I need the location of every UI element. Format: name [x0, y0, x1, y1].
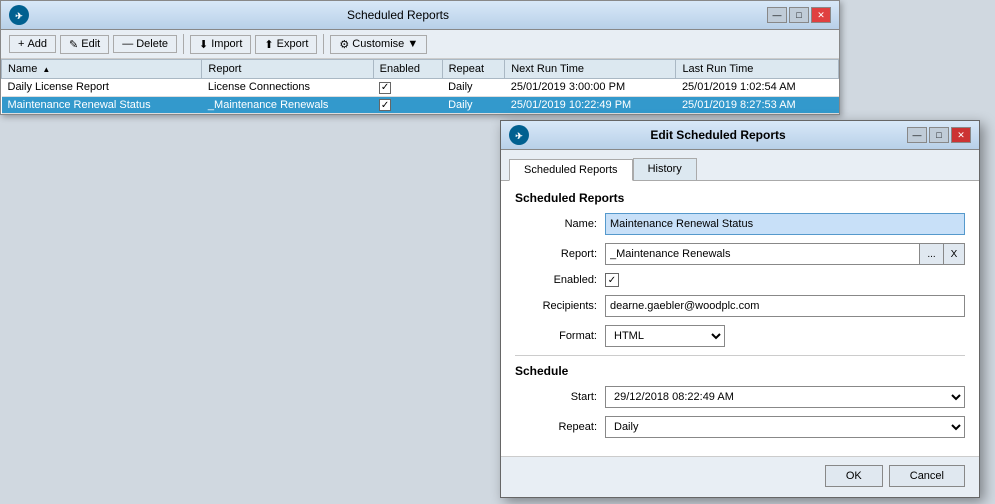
import-button[interactable]: ⬇ Import: [190, 35, 251, 54]
table-header-row: Name ▲ Report Enabled Repeat Next Run Ti…: [2, 60, 839, 79]
toolbar-separator-1: [183, 34, 184, 54]
enabled-checkbox[interactable]: [605, 273, 619, 287]
repeat-row: Repeat: Daily Weekly Monthly: [515, 416, 965, 438]
main-maximize-button[interactable]: □: [789, 7, 809, 23]
start-select[interactable]: 29/12/2018 08:22:49 AM: [605, 386, 965, 408]
edit-title: Edit Scheduled Reports: [529, 128, 907, 142]
delete-label: Delete: [136, 38, 168, 50]
toolbar-separator-2: [323, 34, 324, 54]
main-window: ✈ Scheduled Reports — □ ✕ + Add ✎ Edit —…: [0, 0, 840, 115]
col-name[interactable]: Name ▲: [2, 60, 202, 79]
row-report: License Connections: [202, 79, 373, 97]
main-logo: ✈: [9, 5, 29, 25]
report-input-wrap: ... X: [605, 243, 965, 265]
reports-table-container: Name ▲ Report Enabled Repeat Next Run Ti…: [1, 59, 839, 114]
report-clear-button[interactable]: X: [943, 243, 965, 265]
main-close-button[interactable]: ✕: [811, 7, 831, 23]
edit-minimize-button[interactable]: —: [907, 127, 927, 143]
edit-dialog-footer: OK Cancel: [501, 456, 979, 497]
report-label: Report:: [515, 248, 605, 260]
edit-close-button[interactable]: ✕: [951, 127, 971, 143]
edit-dialog-content: Scheduled Reports Name: Report: ... X En…: [501, 181, 979, 456]
customise-button[interactable]: ⚙ Customise ▼: [330, 35, 427, 54]
edit-label: Edit: [81, 38, 100, 50]
schedule-section-title: Schedule: [515, 364, 965, 378]
svg-text:✈: ✈: [15, 11, 23, 21]
col-repeat[interactable]: Repeat: [442, 60, 505, 79]
report-dots-button[interactable]: ...: [919, 243, 943, 265]
main-window-controls: — □ ✕: [767, 7, 831, 23]
cancel-button[interactable]: Cancel: [889, 465, 965, 487]
tab-history[interactable]: History: [633, 158, 697, 180]
name-input[interactable]: [605, 213, 965, 235]
row-enabled: [373, 96, 442, 114]
row-last-run: 25/01/2019 8:27:53 AM: [676, 96, 839, 114]
report-row: Report: ... X: [515, 243, 965, 265]
col-last-run[interactable]: Last Run Time: [676, 60, 839, 79]
edit-title-bar: ✈ Edit Scheduled Reports — □ ✕: [501, 121, 979, 150]
edit-dialog: ✈ Edit Scheduled Reports — □ ✕ Scheduled…: [500, 120, 980, 498]
table-row[interactable]: Maintenance Renewal Status _Maintenance …: [2, 96, 839, 114]
repeat-select[interactable]: Daily Weekly Monthly: [605, 416, 965, 438]
col-enabled[interactable]: Enabled: [373, 60, 442, 79]
svg-text:✈: ✈: [515, 131, 523, 141]
recipients-input[interactable]: [605, 295, 965, 317]
main-title: Scheduled Reports: [29, 8, 767, 22]
report-input[interactable]: [605, 243, 919, 265]
edit-icon: ✎: [69, 38, 78, 51]
name-row: Name:: [515, 213, 965, 235]
recipients-label: Recipients:: [515, 300, 605, 312]
format-select[interactable]: HTML PDF Excel: [605, 325, 725, 347]
col-report[interactable]: Report: [202, 60, 373, 79]
repeat-label: Repeat:: [515, 421, 605, 433]
row-enabled-checkbox: [379, 99, 391, 111]
row-next-run: 25/01/2019 10:22:49 PM: [505, 96, 676, 114]
tab-scheduled-reports[interactable]: Scheduled Reports: [509, 159, 633, 181]
edit-maximize-button[interactable]: □: [929, 127, 949, 143]
row-repeat: Daily: [442, 79, 505, 97]
export-button[interactable]: ⬆ Export: [255, 35, 317, 54]
row-repeat: Daily: [442, 96, 505, 114]
customise-label: Customise ▼: [352, 38, 418, 50]
row-next-run: 25/01/2019 3:00:00 PM: [505, 79, 676, 97]
row-last-run: 25/01/2019 1:02:54 AM: [676, 79, 839, 97]
start-row: Start: 29/12/2018 08:22:49 AM: [515, 386, 965, 408]
add-label: Add: [27, 38, 47, 50]
row-report: _Maintenance Renewals: [202, 96, 373, 114]
row-name: Daily License Report: [2, 79, 202, 97]
sort-arrow-name: ▲: [42, 65, 50, 74]
add-icon: +: [18, 38, 24, 50]
edit-tabs: Scheduled Reports History: [501, 150, 979, 181]
edit-button[interactable]: ✎ Edit: [60, 35, 109, 54]
edit-logo: ✈: [509, 125, 529, 145]
reports-table: Name ▲ Report Enabled Repeat Next Run Ti…: [1, 59, 839, 114]
export-label: Export: [277, 38, 309, 50]
row-name: Maintenance Renewal Status: [2, 96, 202, 114]
ok-button[interactable]: OK: [825, 465, 883, 487]
import-icon: ⬇: [199, 38, 208, 51]
format-row: Format: HTML PDF Excel: [515, 325, 965, 347]
delete-icon: —: [122, 38, 133, 50]
start-label: Start:: [515, 391, 605, 403]
name-label: Name:: [515, 218, 605, 230]
row-enabled: [373, 79, 442, 97]
main-minimize-button[interactable]: —: [767, 7, 787, 23]
import-label: Import: [211, 38, 242, 50]
toolbar: + Add ✎ Edit — Delete ⬇ Import ⬆ Export …: [1, 30, 839, 59]
row-enabled-checkbox: [379, 82, 391, 94]
enabled-label: Enabled:: [515, 274, 605, 286]
col-next-run[interactable]: Next Run Time: [505, 60, 676, 79]
enabled-row: Enabled:: [515, 273, 965, 287]
main-title-bar: ✈ Scheduled Reports — □ ✕: [1, 1, 839, 30]
add-button[interactable]: + Add: [9, 35, 56, 53]
edit-window-controls: — □ ✕: [907, 127, 971, 143]
format-label: Format:: [515, 330, 605, 342]
customise-icon: ⚙: [339, 38, 349, 51]
schedule-section: Schedule Start: 29/12/2018 08:22:49 AM R…: [515, 355, 965, 438]
export-icon: ⬆: [264, 38, 273, 51]
recipients-row: Recipients:: [515, 295, 965, 317]
table-row[interactable]: Daily License Report License Connections…: [2, 79, 839, 97]
delete-button[interactable]: — Delete: [113, 35, 177, 53]
form-section-title: Scheduled Reports: [515, 191, 965, 205]
